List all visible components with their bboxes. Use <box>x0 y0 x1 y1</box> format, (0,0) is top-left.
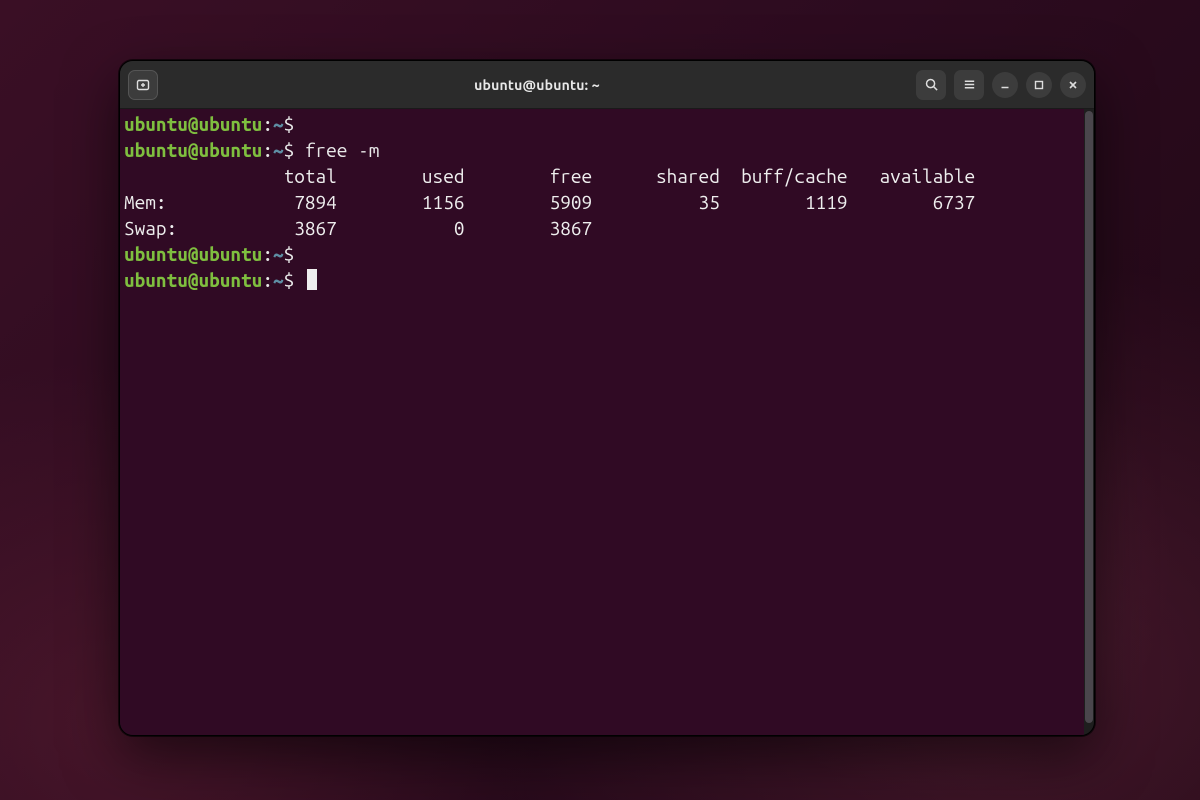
hamburger-icon <box>962 77 977 92</box>
menu-button[interactable] <box>954 70 984 100</box>
scrollbar[interactable] <box>1084 109 1094 735</box>
terminal-line: total used free shared buff/cache availa… <box>124 163 1084 189</box>
titlebar[interactable]: ubuntu@ubuntu: ~ <box>120 61 1094 109</box>
minimize-button[interactable] <box>992 72 1018 98</box>
scrollbar-thumb[interactable] <box>1085 111 1093 723</box>
terminal-line: ubuntu@ubuntu:~$ <box>124 241 1084 267</box>
terminal-line: Mem: 7894 1156 5909 35 1119 6737 <box>124 189 1084 215</box>
new-tab-icon <box>135 77 151 93</box>
new-tab-button[interactable] <box>128 70 158 100</box>
search-button[interactable] <box>916 70 946 100</box>
search-icon <box>924 77 939 92</box>
window-title: ubuntu@ubuntu: ~ <box>174 77 900 93</box>
terminal-line: ubuntu@ubuntu:~$ free -m <box>124 137 1084 163</box>
terminal-line: ubuntu@ubuntu:~$ <box>124 111 1084 137</box>
terminal-line: Swap: 3867 0 3867 <box>124 215 1084 241</box>
terminal-area: ubuntu@ubuntu:~$ ubuntu@ubuntu:~$ free -… <box>120 109 1094 735</box>
maximize-button[interactable] <box>1026 72 1052 98</box>
close-button[interactable] <box>1060 72 1086 98</box>
minimize-icon <box>999 79 1011 91</box>
cursor <box>307 269 317 290</box>
close-icon <box>1067 79 1079 91</box>
maximize-icon <box>1033 79 1045 91</box>
terminal-output[interactable]: ubuntu@ubuntu:~$ ubuntu@ubuntu:~$ free -… <box>120 109 1084 735</box>
terminal-line: ubuntu@ubuntu:~$ <box>124 267 1084 293</box>
terminal-window: ubuntu@ubuntu: ~ <box>119 60 1095 736</box>
